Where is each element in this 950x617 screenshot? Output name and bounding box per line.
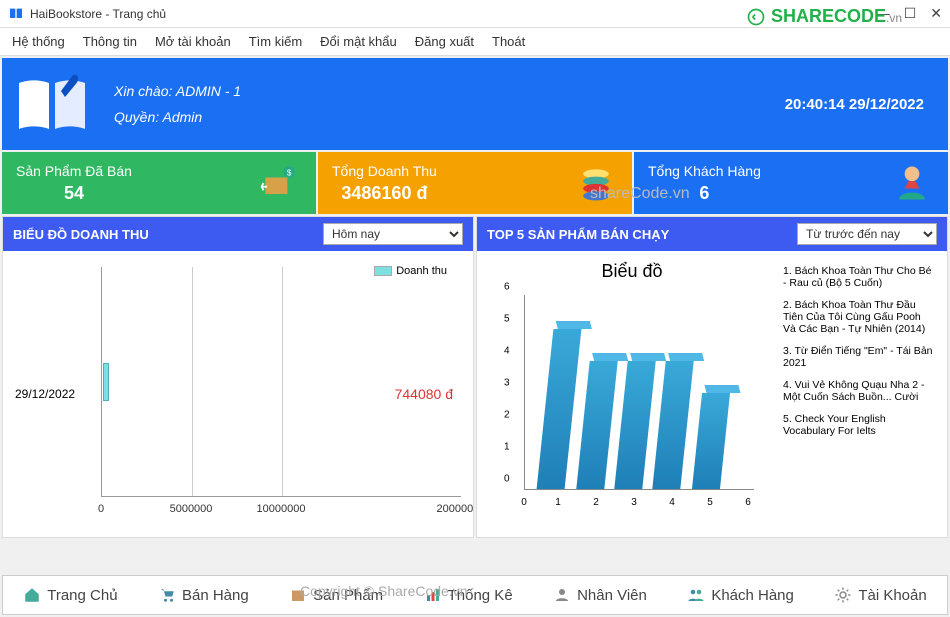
stat-customers: Tổng Khách Hàng 6 (634, 152, 948, 214)
top-plot: 012 3456 012 3456 (502, 288, 762, 508)
revenue-bar-value: 744080 đ (395, 386, 453, 402)
top-item-4: 4. Vui Vẻ Không Quạu Nha 2 - Một Cuốn Sá… (783, 379, 935, 403)
panel-revenue: BIỂU ĐỒ DOANH THU Hôm nay Doanh thu 29/1… (2, 216, 474, 538)
menu-system[interactable]: Hệ thống (12, 34, 65, 49)
user-icon (890, 161, 934, 205)
gear-icon (834, 586, 852, 604)
nav-stats[interactable]: Thống Kê (424, 586, 513, 604)
menu-exit[interactable]: Thoát (492, 34, 525, 49)
package-icon: $ (258, 161, 302, 205)
menu-bar: Hệ thống Thông tin Mở tài khoản Tìm kiếm… (0, 28, 950, 56)
panel-top-body: Biểu đồ 012 3456 012 34 (477, 251, 947, 537)
book-icon (15, 73, 89, 135)
panel-top-products: TOP 5 SẢN PHẨM BÁN CHẠY Từ trước đến nay… (476, 216, 948, 538)
stat-revenue: Tổng Doanh Thu 3486160 đ (318, 152, 632, 214)
cart-icon (158, 586, 176, 604)
top-bar-3 (614, 361, 655, 489)
top-item-1: 1. Bách Khoa Toàn Thư Cho Bé - Rau củ (B… (783, 265, 935, 289)
stat-customers-label: Tổng Khách Hàng (648, 163, 761, 179)
top-bar-1 (537, 329, 582, 489)
title-bar: HaiBookstore - Trang chủ — ☐ ✕ (0, 0, 950, 28)
stat-revenue-value: 3486160 đ (341, 183, 427, 204)
panel-revenue-title: BIỂU ĐỒ DOANH THU (13, 227, 149, 242)
revenue-y-label: 29/12/2022 (15, 387, 75, 401)
top-bar-5 (692, 393, 730, 489)
stat-customers-value: 6 (699, 183, 709, 204)
top-item-5: 5. Check Your English Vocabulary For Iel… (783, 413, 935, 437)
staff-icon (553, 586, 571, 604)
money-stack-icon (574, 161, 618, 205)
top-filter-select[interactable]: Từ trước đến nay (797, 223, 937, 245)
nav-products[interactable]: Sản Phẩm (289, 586, 383, 604)
top-bar-4 (652, 361, 693, 489)
home-icon (23, 586, 41, 604)
customers-icon (687, 586, 705, 604)
maximize-button[interactable]: ☐ (904, 5, 917, 22)
nav-home[interactable]: Trang Chủ (23, 586, 117, 604)
revenue-filter-select[interactable]: Hôm nay (323, 223, 463, 245)
menu-open-account[interactable]: Mở tài khoản (155, 34, 231, 49)
top-item-2: 2. Bách Khoa Toàn Thư Đầu Tiên Của Tôi C… (783, 299, 935, 335)
minimize-button[interactable]: — (876, 5, 890, 22)
menu-logout[interactable]: Đăng xuất (415, 34, 474, 49)
bottom-nav: Trang Chủ Bán Hàng Sản Phẩm Thống Kê Nhâ… (2, 575, 948, 615)
panel-revenue-header: BIỂU ĐỒ DOANH THU Hôm nay (3, 217, 473, 251)
menu-search[interactable]: Tìm kiếm (249, 34, 302, 49)
close-button[interactable]: ✕ (930, 5, 942, 22)
nav-account-label: Tài Khoản (858, 587, 926, 604)
stat-sold-value: 54 (64, 183, 84, 204)
window-title: HaiBookstore - Trang chủ (30, 7, 876, 21)
svg-text:$: $ (287, 169, 292, 178)
banner: Xin chào: ADMIN - 1 Quyền: Admin 20:40:1… (2, 58, 948, 150)
top-bar-2 (576, 361, 617, 489)
nav-home-label: Trang Chủ (47, 587, 117, 604)
nav-staff-label: Nhân Viên (577, 587, 647, 604)
stat-sold: Sản Phẩm Đã Bán 54 $ (2, 152, 316, 214)
clock: 20:40:14 29/12/2022 (785, 58, 948, 150)
logo-area (2, 58, 102, 150)
banner-info: Xin chào: ADMIN - 1 Quyền: Admin (102, 58, 785, 150)
top-list: 1. Bách Khoa Toàn Thư Cho Bé - Rau củ (B… (779, 259, 939, 529)
menu-change-password[interactable]: Đổi mật khẩu (320, 34, 397, 49)
nav-customers-label: Khách Hàng (711, 587, 794, 604)
role-text: Quyền: Admin (114, 109, 785, 125)
window-controls: — ☐ ✕ (876, 5, 942, 22)
nav-account[interactable]: Tài Khoản (834, 586, 926, 604)
nav-sales[interactable]: Bán Hàng (158, 586, 249, 604)
stat-revenue-label: Tổng Doanh Thu (332, 163, 437, 179)
app-icon (8, 6, 24, 22)
panel-top-header: TOP 5 SẢN PHẨM BÁN CHẠY Từ trước đến nay (477, 217, 947, 251)
nav-products-label: Sản Phẩm (313, 587, 383, 604)
menu-info[interactable]: Thông tin (83, 34, 137, 49)
nav-stats-label: Thống Kê (448, 587, 513, 604)
revenue-chart: Doanh thu 29/12/2022 744080 đ 0 5000000 … (11, 259, 465, 529)
stat-sold-label: Sản Phẩm Đã Bán (16, 163, 132, 179)
greeting-text: Xin chào: ADMIN - 1 (114, 83, 785, 99)
nav-staff[interactable]: Nhân Viên (553, 586, 647, 604)
box-icon (289, 586, 307, 604)
chart-icon (424, 586, 442, 604)
panel-top-title: TOP 5 SẢN PHẨM BÁN CHẠY (487, 227, 669, 242)
panels: BIỂU ĐỒ DOANH THU Hôm nay Doanh thu 29/1… (2, 216, 948, 538)
nav-sales-label: Bán Hàng (182, 587, 249, 604)
revenue-plot (101, 267, 461, 497)
panel-revenue-body: Doanh thu 29/12/2022 744080 đ 0 5000000 … (3, 251, 473, 537)
stats-row: Sản Phẩm Đã Bán 54 $ Tổng Doanh Thu 3486… (2, 152, 948, 214)
top-item-3: 3. Từ Điển Tiếng "Em" - Tái Bản 2021 (783, 345, 935, 369)
top-chart-title: Biểu đồ (485, 261, 779, 282)
top-chart: Biểu đồ 012 3456 012 34 (485, 259, 779, 529)
nav-customers[interactable]: Khách Hàng (687, 586, 794, 604)
revenue-bar (103, 363, 109, 401)
